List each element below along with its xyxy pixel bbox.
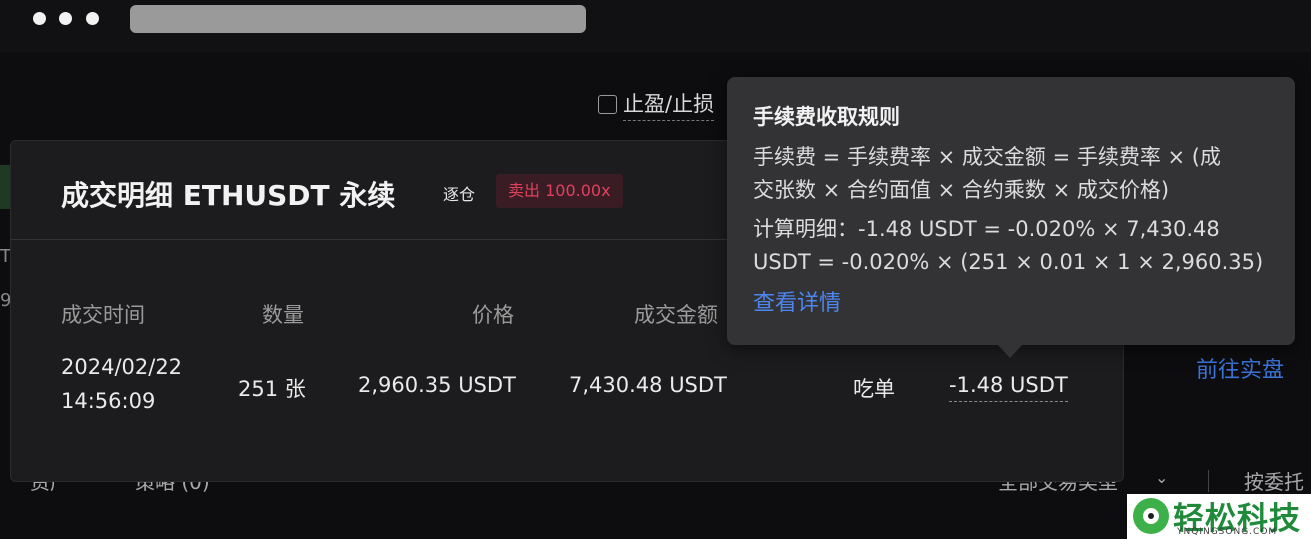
- header-quantity: 数量: [262, 303, 304, 327]
- trade-price: 2,960.35 USDT: [358, 373, 516, 397]
- trade-time: 14:56:09: [61, 389, 156, 413]
- left-edge-panel: [0, 165, 10, 209]
- window-titlebar: [0, 0, 1311, 52]
- fee-rule-tooltip: 手续费收取规则 手续费 = 手续费率 × 成交金额 = 手续费率 × (成 交张…: [727, 77, 1295, 358]
- take-profit-stop-loss-label: 止盈/止损: [623, 88, 715, 121]
- tooltip-title: 手续费收取规则: [753, 105, 900, 129]
- take-profit-stop-loss-row[interactable]: 止盈/止损: [598, 88, 715, 121]
- fee-link[interactable]: -1.48 USDT: [949, 373, 1068, 402]
- fee-formula-line: 交张数 × 合约面值 × 合约乘数 × 成交价格): [753, 178, 1170, 202]
- margin-mode-badge: 逐仓: [443, 185, 476, 204]
- header-price: 价格: [472, 303, 514, 327]
- go-live-link[interactable]: 前往实盘: [1196, 352, 1284, 384]
- window-close-dot[interactable]: [33, 12, 46, 25]
- address-bar[interactable]: [130, 5, 586, 33]
- fee-formula: 手续费 = 手续费率 × 成交金额 = 手续费率 × (成 交张数 × 合约面值…: [753, 141, 1269, 207]
- trade-role: 吃单: [853, 377, 895, 401]
- trade-date: 2024/02/22: [61, 355, 183, 379]
- logo-subtext: YNQINGSONG.COM: [1177, 527, 1278, 537]
- window-minimize-dot[interactable]: [59, 12, 72, 25]
- fee-calculation: 计算明细：-1.48 USDT = -0.020% × 7,430.48 USD…: [753, 213, 1269, 279]
- fee-calculation-line: USDT = -0.020% × (251 × 0.01 × 1 × 2,960…: [753, 250, 1264, 274]
- fee-formula-line: 手续费 = 手续费率 × 成交金额 = 手续费率 × (成: [753, 145, 1221, 169]
- logo-eye-icon: [1133, 498, 1169, 534]
- trade-amount: 7,430.48 USDT: [569, 373, 727, 397]
- header-amount: 成交金额: [634, 303, 718, 327]
- tooltip-arrow: [997, 344, 1023, 358]
- trade-quantity: 251 张: [238, 377, 306, 401]
- fee-calculation-line: 计算明细：-1.48 USDT = -0.020% × 7,430.48: [753, 217, 1220, 241]
- chevron-down-icon[interactable]: ⌄: [1155, 468, 1168, 487]
- view-details-link[interactable]: 查看详情: [753, 285, 1269, 317]
- sell-leverage-badge: 卖出 100.00x: [496, 174, 623, 208]
- header-time: 成交时间: [61, 303, 145, 327]
- modal-title: 成交明细 ETHUSDT 永续: [61, 179, 396, 212]
- watermark-logo: 轻松科技 YNQINGSONG.COM: [1127, 494, 1311, 539]
- fee-value[interactable]: -1.48 USDT: [949, 373, 1068, 402]
- divider: [1208, 470, 1209, 492]
- order-filter[interactable]: 按委托: [1244, 466, 1304, 495]
- take-profit-stop-loss-checkbox[interactable]: [598, 95, 617, 114]
- window-maximize-dot[interactable]: [86, 12, 99, 25]
